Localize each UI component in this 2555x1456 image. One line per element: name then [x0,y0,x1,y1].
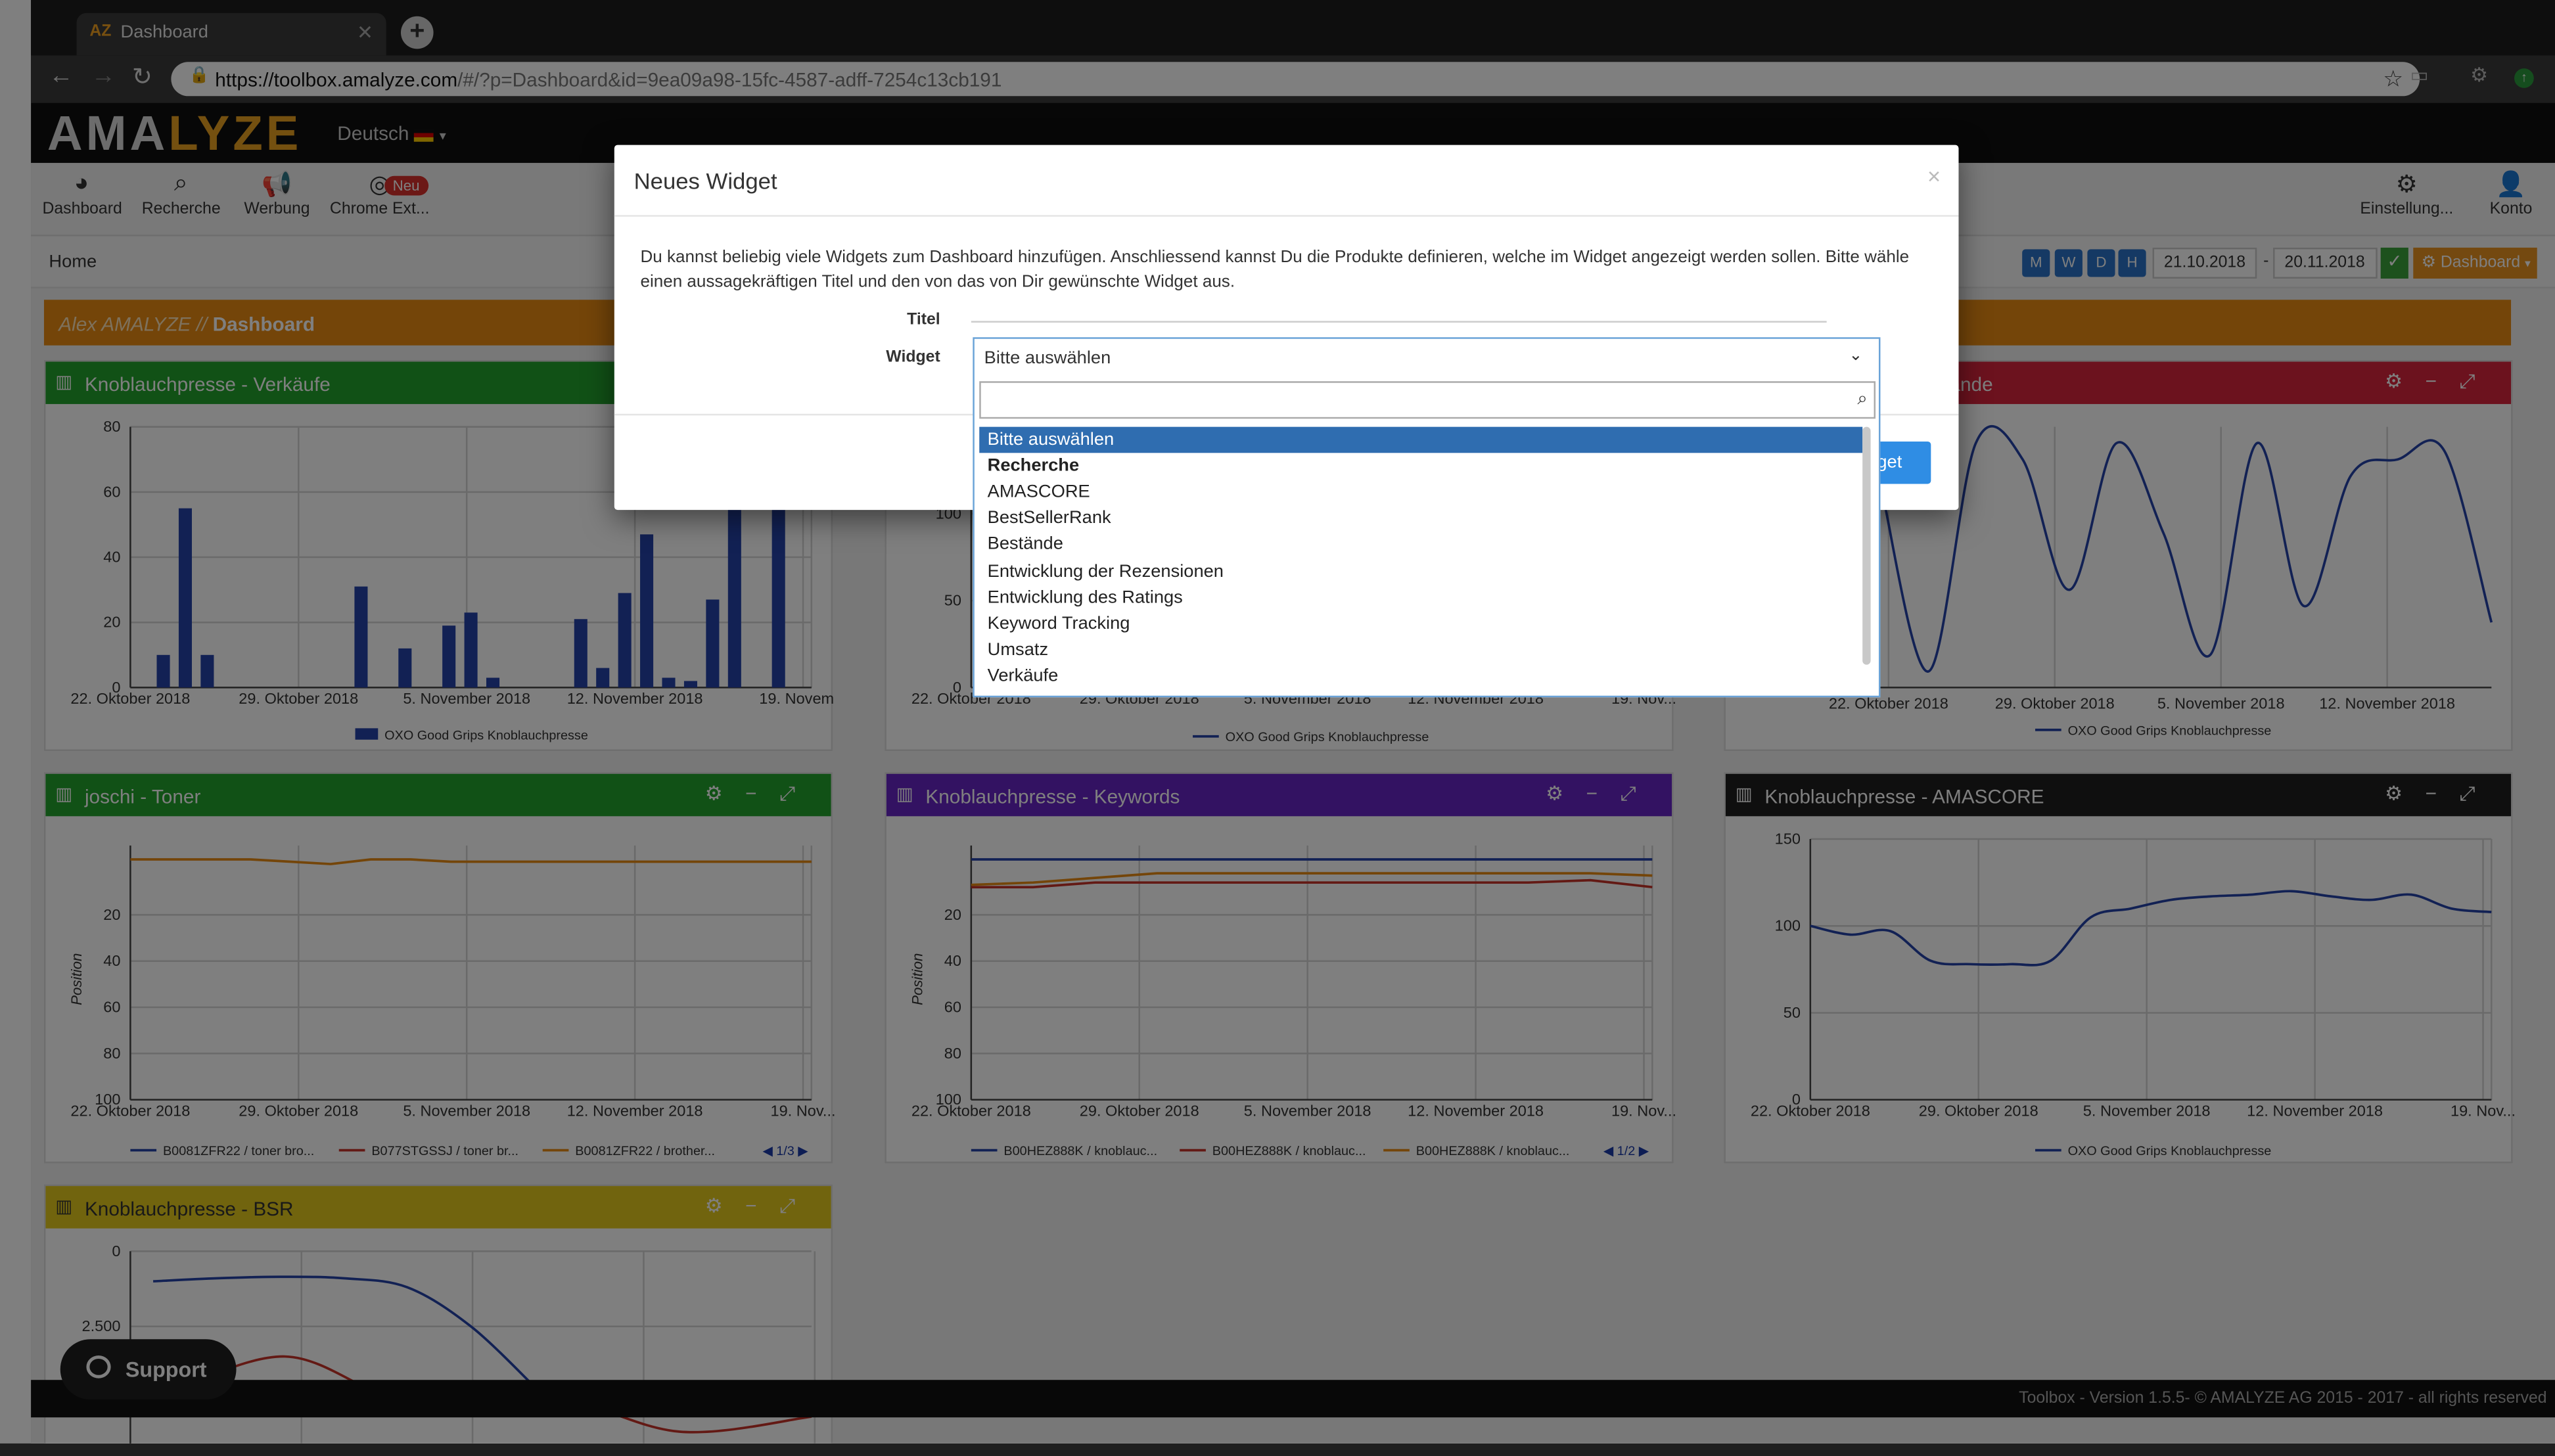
add-widget-button[interactable]: Widget [1872,441,1931,484]
select-option[interactable]: BestSellerRank [979,505,1862,532]
screen: AZ Dashboard ✕ + ← → ↻ 🔒 https://toolbox… [0,0,2555,1444]
select-option[interactable]: Bestände [979,532,1862,558]
dialog-title: Neues Widget [633,168,777,194]
select-option[interactable]: Bitte auswählen [979,426,1863,453]
select-option: Recherche [987,456,1080,476]
title-label: Titel [907,311,940,329]
select-option[interactable]: Umsatz [979,637,1862,663]
select-option[interactable]: AMASCORE [979,479,1862,505]
select-option[interactable]: Keyword Tracking [979,610,1862,637]
dialog-header: Neues Widget × [614,145,1959,217]
dialog-description: Du kannst beliebig viele Widgets zum Das… [640,247,1910,292]
select-option[interactable]: Entwicklung des Ratings [979,584,1862,610]
widget-select[interactable]: Bitte auswählen ⌄ ⌕ Bitte auswählen Reche… [973,337,1881,698]
title-input[interactable] [971,321,1827,323]
chevron-down-icon[interactable]: ⌄ [1849,347,1862,365]
select-search-input[interactable]: ⌕ [979,381,1876,419]
select-option[interactable]: Entwicklung der Rezensionen [979,558,1862,584]
select-option[interactable]: Verkäufe [979,663,1862,689]
scrollbar[interactable] [1862,426,1871,665]
search-icon: ⌕ [1857,389,1868,409]
widget-label: Widget [886,348,940,367]
selected-value: Bitte auswählen [984,348,1111,369]
close-icon[interactable]: × [1927,163,1941,189]
